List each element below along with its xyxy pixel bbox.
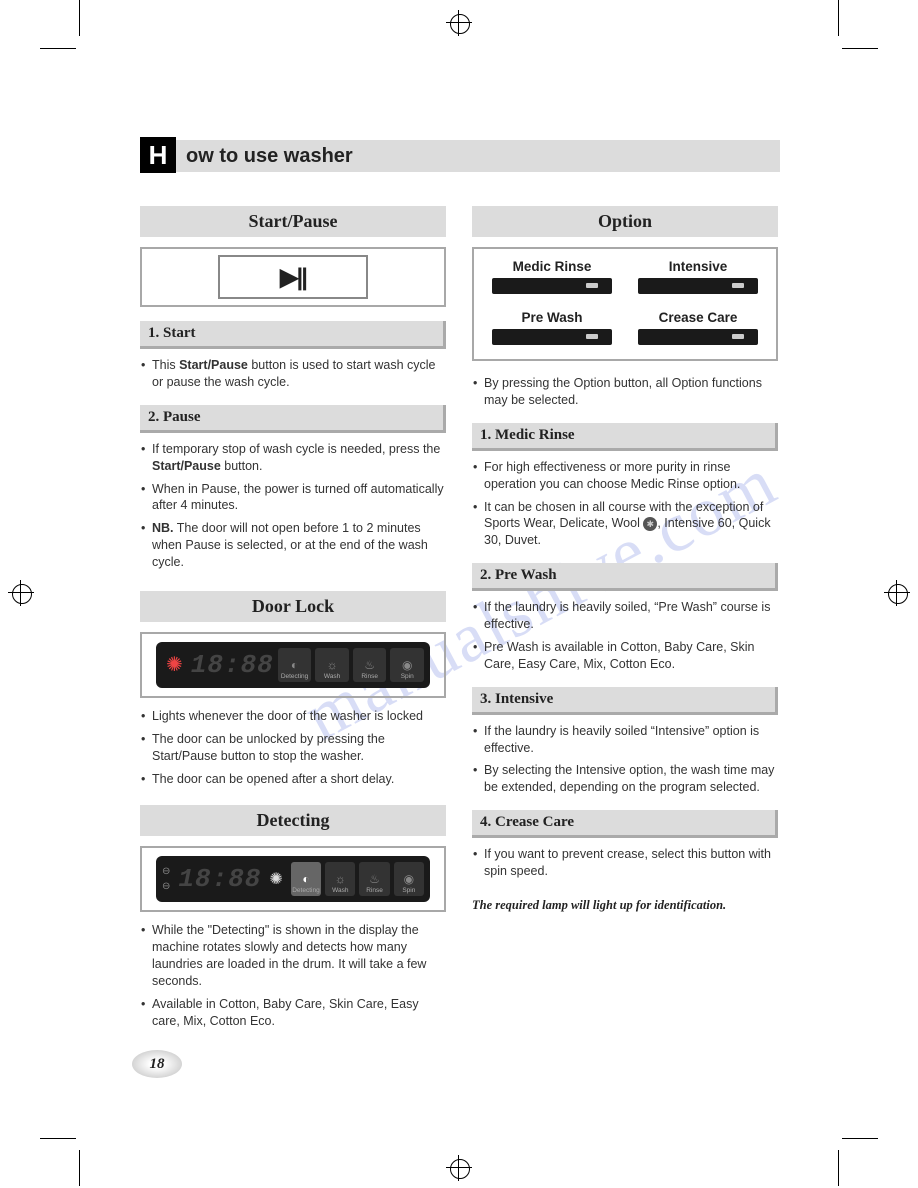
stage-label: Rinse [361,673,378,680]
play-pause-icon: ▶|| [218,255,368,299]
text-bold: Start/Pause [179,358,248,372]
stage-label: Rinse [366,887,383,894]
option-medic-rinse: Medic Rinse [492,259,612,294]
stage-detecting-active: ◐Detecting [291,862,321,896]
heading-crease-care: 4. Crease Care [472,810,778,838]
option-pre-wash: Pre Wash [492,310,612,345]
text: The door will not open before 1 to 2 min… [152,521,428,569]
option-button-icon [638,329,758,345]
text-bold: NB. [152,521,174,535]
heading-medic-rinse: 1. Medic Rinse [472,423,778,451]
sun-icon: ✺ [269,869,282,889]
detecting-display-frame: ⊖⊖ 18:88 ✺ ◐Detecting ☼Wash ♨Rinse ◉Spin [140,846,446,912]
option-intensive: Intensive [638,259,758,294]
door-lock-display-frame: ✺ 18:88 ◐Detecting ☼Wash ♨Rinse ◉Spin [140,632,446,698]
bullet: Lights whenever the door of the washer i… [140,708,446,725]
stage-detecting: ◐Detecting [278,648,312,682]
bullet: If the laundry is heavily soiled “Intens… [472,723,778,757]
stage-spin: ◉Spin [394,862,424,896]
option-label: Intensive [638,259,758,274]
heading-intensive: 3. Intensive [472,687,778,715]
bullet: While the "Detecting" is shown in the di… [140,922,446,990]
crop-mark [79,0,80,36]
door-lock-display: ✺ 18:88 ◐Detecting ☼Wash ♨Rinse ◉Spin [156,642,430,688]
heading-start: 1. Start [140,321,446,349]
detecting-display: ⊖⊖ 18:88 ✺ ◐Detecting ☼Wash ♨Rinse ◉Spin [156,856,430,902]
crop-mark [79,1150,80,1186]
crop-mark [40,48,76,49]
title-badge: H [140,137,176,173]
start-pause-display: ▶|| [140,247,446,307]
stage-label: Spin [402,887,415,894]
crop-mark [842,48,878,49]
option-label: Pre Wash [492,310,612,325]
option-label: Crease Care [638,310,758,325]
bullet: NB. The door will not open before 1 to 2… [140,520,446,571]
option-crease-care: Crease Care [638,310,758,345]
stage-wash: ☼Wash [325,862,355,896]
stage-label: Wash [332,887,348,894]
stage-label: Detecting [281,673,308,680]
text: If temporary stop of wash cycle is neede… [152,442,440,456]
heading-pause: 2. Pause [140,405,446,433]
option-button-icon [492,329,612,345]
bullet: By pressing the Option button, all Optio… [472,375,778,409]
stage-rinse: ♨Rinse [353,648,387,682]
page-number: 18 [132,1050,182,1078]
stage-label: Spin [401,673,414,680]
lock-light-icon: ✺ [166,652,183,677]
led-indicators-icon: ⊖⊖ [162,866,170,892]
crop-mark [838,1150,839,1186]
registration-mark-icon [446,1155,472,1181]
bullet: This Start/Pause button is used to start… [140,357,446,391]
registration-mark-icon [446,10,472,36]
heading-pre-wash: 2. Pre Wash [472,563,778,591]
wool-icon: ✱ [643,517,657,531]
bullet: It can be chosen in all course with the … [472,499,778,550]
registration-mark-icon [8,580,34,606]
bullet: The door can be opened after a short del… [140,771,446,788]
bullet: When in Pause, the power is turned off a… [140,481,446,515]
bullet: By selecting the Intensive option, the w… [472,762,778,796]
text-bold: Start/Pause [152,459,221,473]
bullet: If temporary stop of wash cycle is neede… [140,441,446,475]
stage-label: Detecting [292,887,319,894]
right-column: Option Medic Rinse Intensive Pre Wash [472,206,778,1036]
stage-spin: ◉Spin [390,648,424,682]
stage-rinse: ♨Rinse [359,862,389,896]
crop-mark [40,1138,76,1139]
display-digits: 18:88 [178,864,261,894]
page-title-bar: H ow to use washer [140,140,780,172]
bullet: If the laundry is heavily soiled, “Pre W… [472,599,778,633]
bullet: The door can be unlocked by pressing the… [140,731,446,765]
stage-wash: ☼Wash [315,648,349,682]
option-button-icon [492,278,612,294]
bullet: For high effectiveness or more purity in… [472,459,778,493]
section-door-lock: Door Lock [140,591,446,622]
option-button-icon [638,278,758,294]
section-detecting: Detecting [140,805,446,836]
text: button. [221,459,263,473]
crop-mark [838,0,839,36]
option-panel: Medic Rinse Intensive Pre Wash Crease Ca… [472,247,778,361]
section-start-pause: Start/Pause [140,206,446,237]
bullet: Pre Wash is available in Cotton, Baby Ca… [472,639,778,673]
footnote: The required lamp will light up for iden… [472,898,778,913]
stage-label: Wash [324,673,340,680]
crop-mark [842,1138,878,1139]
bullet: If you want to prevent crease, select th… [472,846,778,880]
option-label: Medic Rinse [492,259,612,274]
bullet: Available in Cotton, Baby Care, Skin Car… [140,996,446,1030]
section-option: Option [472,206,778,237]
text: This [152,358,179,372]
registration-mark-icon [884,580,910,606]
page-title: ow to use washer [176,145,353,168]
display-digits: 18:88 [191,650,274,680]
left-column: Start/Pause ▶|| 1. Start This Start/Paus… [140,206,446,1036]
